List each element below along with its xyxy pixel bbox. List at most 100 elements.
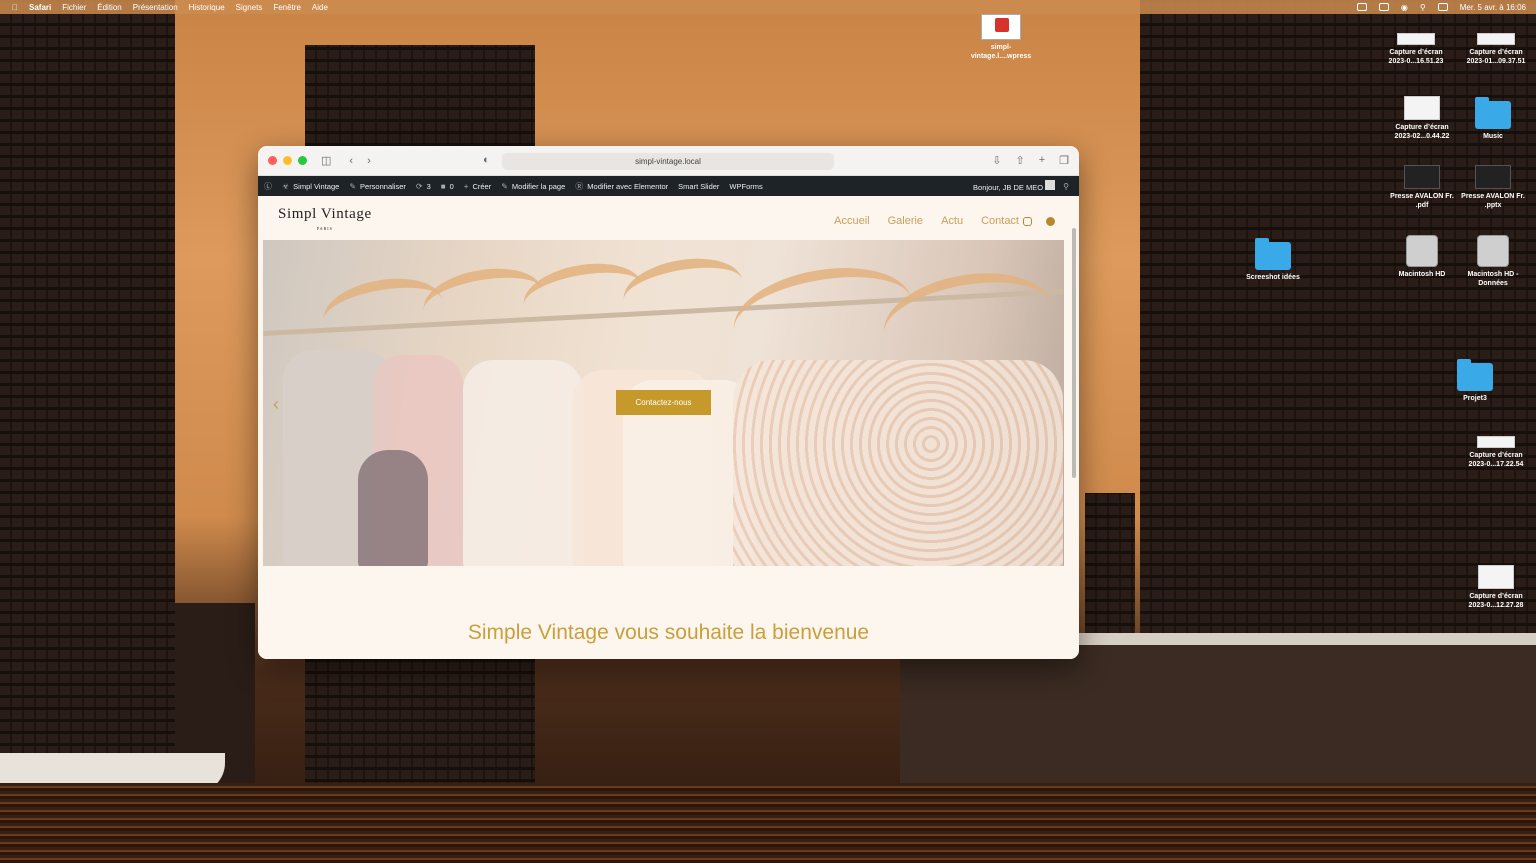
share-icon[interactable]: ⇧ <box>1015 154 1024 167</box>
desktop-icon-screenshot[interactable]: Capture d’écran 2023-02...0.44.22 <box>1386 96 1458 141</box>
hanger-image <box>618 250 748 330</box>
desktop-icon-music-folder[interactable]: Music <box>1457 97 1529 141</box>
admin-smart-slider[interactable]: Smart Slider <box>678 182 719 191</box>
menu-fenetre[interactable]: Fenêtre <box>273 3 301 12</box>
close-window-button[interactable] <box>268 156 277 165</box>
menu-signets[interactable]: Signets <box>236 3 263 12</box>
social-links <box>1023 217 1055 226</box>
pdf-file-icon <box>981 14 1021 40</box>
desktop-icon-label: Capture d’écran 2023-0...12.27.28 <box>1468 593 1524 609</box>
hero-slider: ‹ Contactez-nous <box>263 240 1064 566</box>
instagram-icon[interactable] <box>1023 217 1032 226</box>
image-file-icon <box>1477 33 1515 45</box>
nav-accueil[interactable]: Accueil <box>834 215 869 227</box>
slider-prev-arrow-icon[interactable]: ‹ <box>273 394 279 415</box>
nav-actu[interactable]: Actu <box>941 215 963 227</box>
wifi-icon[interactable]: ◉ <box>1401 3 1408 12</box>
page-scrollbar[interactable] <box>1072 226 1076 656</box>
desktop-icon-label: Capture d’écran 2023-02...0.44.22 <box>1394 124 1450 140</box>
admin-account[interactable]: Bonjour, JB DE MEO <box>973 180 1056 192</box>
admin-customize[interactable]: ✎ Personnaliser <box>349 182 406 191</box>
contact-cta-button[interactable]: Contactez-nous <box>616 390 711 415</box>
admin-comments[interactable]: ■ 0 <box>441 182 454 191</box>
forward-icon[interactable]: › <box>367 155 371 167</box>
desktop-icon-macintosh-hd-donnees[interactable]: Macintosh HD - Données <box>1457 235 1529 288</box>
desktop-icon-macintosh-hd[interactable]: Macintosh HD <box>1386 235 1458 279</box>
site-logo-name: Simpl Vintage <box>278 205 372 222</box>
sidebar-toggle-icon[interactable]: ◫ <box>321 154 331 167</box>
admin-site-name[interactable]: ☣ Simpl Vintage <box>282 182 339 191</box>
desktop-icon-presse-pdf[interactable]: Presse AVALON Fr. .pdf <box>1386 165 1458 210</box>
menu-edition[interactable]: Édition <box>97 3 121 12</box>
menu-aide[interactable]: Aide <box>312 3 328 12</box>
menu-presentation[interactable]: Présentation <box>133 3 178 12</box>
document-file-icon <box>1475 165 1511 189</box>
back-icon[interactable]: ‹ <box>349 155 353 167</box>
safari-window: ◫ ‹ › ◐ simpl-vintage.local ⇩ ⇧ + ❐ Ⓛ ☣ S… <box>258 146 1079 659</box>
site-logo-subtitle: PARIS <box>316 225 333 231</box>
brush-icon: ✎ <box>349 181 357 191</box>
admin-edit-page[interactable]: ✎ Modifier la page <box>501 182 565 191</box>
scrollbar-thumb[interactable] <box>1072 228 1076 478</box>
address-bar-url: simpl-vintage.local <box>635 157 701 166</box>
desktop-icon-label: Capture d’écran 2023-01...09.37.51 <box>1466 49 1526 65</box>
new-tab-icon[interactable]: + <box>1039 154 1045 167</box>
keyboard-icon[interactable] <box>1378 3 1389 11</box>
wp-logo-menu[interactable]: Ⓛ <box>264 181 272 192</box>
nav-contact[interactable]: Contact <box>981 215 1019 227</box>
address-bar[interactable]: simpl-vintage.local <box>502 153 834 170</box>
admin-edit-elementor[interactable]: Ⓡ Modifier avec Elementor <box>575 181 668 192</box>
privacy-shield-icon[interactable]: ◐ <box>483 154 490 166</box>
document-file-icon <box>1404 165 1440 189</box>
wordpress-icon: Ⓛ <box>264 181 272 191</box>
image-file-icon <box>1404 96 1440 120</box>
apple-menu-icon[interactable]:  <box>12 3 18 12</box>
menubar-clock[interactable]: Mer. 5 avr. à 16:06 <box>1460 3 1526 12</box>
desktop-icon-label: Presse AVALON Fr. .pptx <box>1461 193 1525 209</box>
desktop-icon-screenshot[interactable]: Capture d’écran 2023-01...09.37.51 <box>1460 33 1532 66</box>
menu-historique[interactable]: Historique <box>189 3 225 12</box>
contact-cta-label: Contactez-nous <box>635 398 692 407</box>
menu-fichier[interactable]: Fichier <box>62 3 86 12</box>
search-icon[interactable]: ⚲ <box>1063 182 1069 191</box>
zoom-window-button[interactable] <box>298 156 307 165</box>
desktop-icon-wpress-file[interactable]: simpl-vintage.l....wpress <box>965 14 1037 61</box>
elementor-icon: Ⓡ <box>575 181 584 191</box>
wallpaper-building <box>0 0 175 863</box>
hard-disk-icon <box>1406 235 1438 267</box>
wp-admin-bar: Ⓛ ☣ Simpl Vintage ✎ Personnaliser ⟳ 3 ■ 0 + C… <box>258 176 1079 196</box>
nav-galerie[interactable]: Galerie <box>888 215 923 227</box>
admin-wpforms-label: WPForms <box>729 181 763 191</box>
desktop-icon-projet3-folder[interactable]: Projet3 <box>1439 359 1511 403</box>
comment-icon: ■ <box>440 181 446 191</box>
spotlight-search-icon[interactable]: ⚲ <box>1420 3 1426 12</box>
admin-new[interactable]: + Créer <box>464 182 491 191</box>
image-file-icon <box>1477 436 1515 448</box>
tab-overview-icon[interactable]: ❐ <box>1059 154 1069 167</box>
lace-garment-image <box>733 360 1063 566</box>
pencil-icon: ✎ <box>501 181 508 191</box>
desktop-icon-screenshot[interactable]: Capture d’écran 2023-0...17.22.54 <box>1460 436 1532 469</box>
desktop-icon-label: Music <box>1483 133 1503 140</box>
desktop-icon-screenshot[interactable]: Capture d’écran 2023-0...12.27.28 <box>1460 565 1532 610</box>
desktop-icon-screenshot[interactable]: Capture d’écran 2023-0...16.51.23 <box>1380 33 1452 66</box>
control-center-icon[interactable] <box>1437 3 1448 11</box>
desktop-icon-label: Projet3 <box>1463 395 1487 402</box>
admin-updates[interactable]: ⟳ 3 <box>416 182 431 191</box>
safari-toolbar: ◫ ‹ › ◐ simpl-vintage.local ⇩ ⇧ + ❐ <box>258 146 1079 176</box>
admin-new-label: Créer <box>472 181 492 191</box>
facebook-icon[interactable] <box>1046 217 1055 226</box>
admin-customize-label: Personnaliser <box>360 181 406 191</box>
site-logo[interactable]: Simpl Vintage PARIS <box>278 206 372 231</box>
desktop-icon-screeshot-folder[interactable]: Screeshot idées <box>1237 238 1309 282</box>
plus-icon: + <box>463 181 469 191</box>
comments-count: 0 <box>449 181 454 191</box>
wallpaper-water <box>0 783 1536 863</box>
admin-wpforms[interactable]: WPForms <box>729 182 762 191</box>
folder-icon <box>1457 359 1493 391</box>
downloads-icon[interactable]: ⇩ <box>992 154 1001 167</box>
desktop-icon-presse-pptx[interactable]: Presse AVALON Fr. .pptx <box>1457 165 1529 210</box>
minimize-window-button[interactable] <box>283 156 292 165</box>
menu-safari[interactable]: Safari <box>29 3 51 12</box>
status-menu-icon[interactable] <box>1356 3 1367 11</box>
